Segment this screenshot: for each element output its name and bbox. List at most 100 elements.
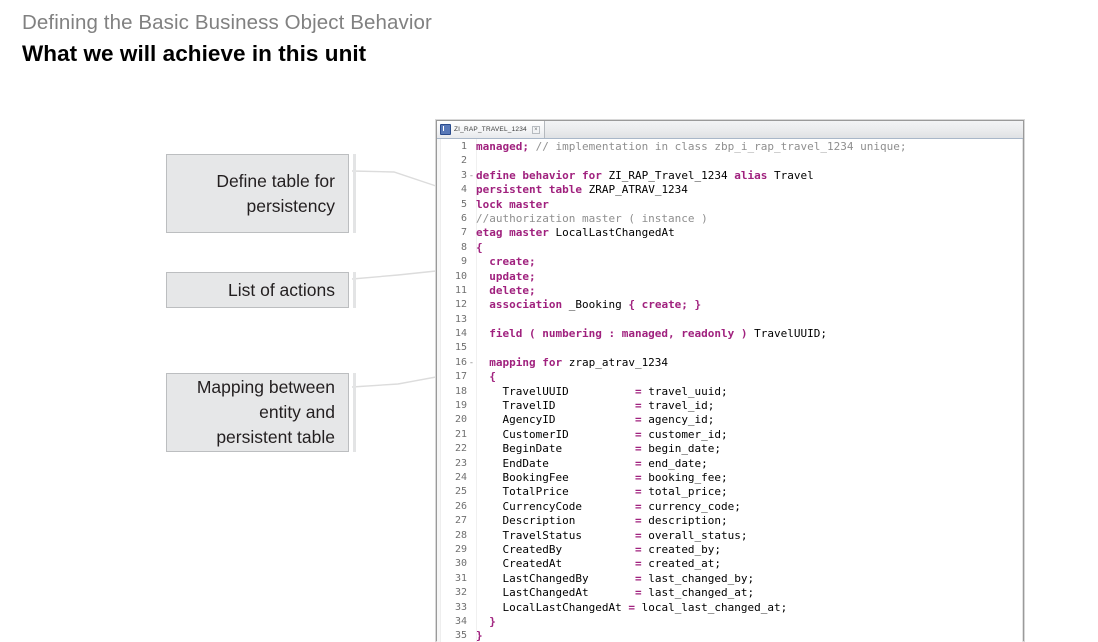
code-line-text: } (476, 614, 496, 628)
line-number: 14 (454, 328, 467, 340)
code-line[interactable]: 28 TravelStatus = overall_status; (440, 529, 1023, 543)
callout-label: List of actions (228, 279, 335, 300)
line-number: 2 (460, 155, 467, 167)
code-line[interactable]: 17 { (440, 370, 1023, 384)
line-number: 4 (460, 184, 467, 196)
code-line[interactable]: 11 delete; (440, 284, 1023, 298)
code-line[interactable]: 29 CreatedBy = created_by; (440, 543, 1023, 557)
connector-line-list-of-actions (351, 270, 437, 280)
connector-line-mapping (351, 376, 437, 388)
code-line[interactable]: 15 (440, 341, 1023, 355)
code-line[interactable]: 35} (440, 629, 1023, 642)
code-line[interactable]: 18 TravelUUID = travel_uuid; (440, 385, 1023, 399)
close-icon[interactable]: × (531, 125, 540, 134)
code-line-text: { (476, 240, 483, 254)
code-line[interactable]: 30 CreatedAt = created_at; (440, 557, 1023, 571)
code-line-text: update; (476, 269, 536, 283)
code-line-text: CreatedBy = created_by; (476, 542, 722, 556)
code-line-text: TravelStatus = overall_status; (476, 528, 748, 542)
code-line-text: association _Booking { create; } (476, 298, 702, 312)
line-number: 21 (454, 428, 467, 440)
line-number: 6 (460, 212, 467, 224)
code-line[interactable]: 7 etag master LocalLastChangedAt (440, 226, 1023, 240)
line-number: 22 (454, 443, 467, 455)
callout-label: Define table for persistency (216, 170, 335, 216)
code-line-text: TravelUUID = travel_uuid; (476, 384, 728, 398)
code-line[interactable]: 21 CustomerID = customer_id; (440, 428, 1023, 442)
code-line[interactable]: 8{ (440, 241, 1023, 255)
code-line[interactable]: 27 Description = description; (440, 514, 1023, 528)
callout-accent-bar-3 (353, 373, 356, 452)
callout-mapping-between-entity-and-persistent-table: Mapping between entity and persistent ta… (166, 373, 349, 452)
fold-toggle-icon[interactable]: - (467, 169, 476, 183)
line-number: 23 (454, 457, 467, 469)
editor-tab-zi-rap-travel-1234[interactable]: ZI_RAP_TRAVEL_1234 × (437, 121, 545, 138)
code-line[interactable]: 6 //authorization master ( instance ) (440, 212, 1023, 226)
code-line-text: CreatedAt = created_at; (476, 557, 722, 571)
callout-label: Mapping between entity and persistent ta… (196, 377, 335, 447)
code-line[interactable]: 33 LocalLastChangedAt = local_last_chang… (440, 601, 1023, 615)
code-line-text: } (476, 629, 483, 642)
eyebrow-title: Defining the Basic Business Object Behav… (22, 11, 432, 34)
code-line[interactable]: 3- define behavior for ZI_RAP_Travel_1234… (440, 169, 1023, 183)
code-line-text: BookingFee = booking_fee; (476, 470, 728, 484)
code-line[interactable]: 24 BookingFee = booking_fee; (440, 471, 1023, 485)
line-number: 9 (460, 256, 467, 268)
line-number: 35 (454, 630, 467, 642)
code-line-text: field ( numbering : managed, readonly ) … (476, 327, 828, 341)
editor-tab-label: ZI_RAP_TRAVEL_1234 (454, 126, 527, 133)
code-line[interactable]: 32 LastChangedAt = last_changed_at; (440, 586, 1023, 600)
line-number: 7 (460, 227, 467, 239)
code-line[interactable]: 20 AgencyID = agency_id; (440, 413, 1023, 427)
slide-header: Defining the Basic Business Object Behav… (22, 10, 922, 69)
code-line-text: create; (476, 255, 536, 269)
code-line-text: TotalPrice = total_price; (476, 485, 728, 499)
line-number: 13 (454, 313, 467, 325)
line-number: 33 (454, 601, 467, 613)
line-number: 19 (454, 400, 467, 412)
callout-list-of-actions: List of actions (166, 272, 349, 308)
code-line[interactable]: 12 association _Booking { create; } (440, 298, 1023, 312)
code-line[interactable]: 19 TravelID = travel_id; (440, 399, 1023, 413)
code-line[interactable]: 5 lock master (440, 198, 1023, 212)
line-number: 30 (454, 558, 467, 570)
fold-toggle-icon[interactable]: - (467, 356, 476, 370)
line-number: 12 (454, 299, 467, 311)
code-line-text: LocalLastChangedAt = local_last_changed_… (476, 600, 788, 614)
code-line[interactable]: 9 create; (440, 255, 1023, 269)
code-line-text: Description = description; (476, 514, 728, 528)
line-number: 34 (454, 615, 467, 627)
code-line[interactable]: 25 TotalPrice = total_price; (440, 485, 1023, 499)
code-line-text: LastChangedAt = last_changed_at; (476, 586, 755, 600)
line-number: 32 (454, 587, 467, 599)
callout-define-table-for-persistency: Define table for persistency (166, 154, 349, 233)
code-line[interactable]: 31 LastChangedBy = last_changed_by; (440, 572, 1023, 586)
code-line-text: define behavior for ZI_RAP_Travel_1234 a… (476, 168, 814, 182)
code-line[interactable]: 34 } (440, 615, 1023, 629)
code-line-text: BeginDate = begin_date; (476, 442, 722, 456)
line-number: 16 (454, 356, 467, 368)
code-line-text: delete; (476, 283, 536, 297)
code-line[interactable]: 16- mapping for zrap_atrav_1234 (440, 356, 1023, 370)
line-number: 28 (454, 529, 467, 541)
code-line[interactable]: 26 CurrencyCode = currency_code; (440, 500, 1023, 514)
code-line[interactable]: 13 (440, 313, 1023, 327)
line-number: 17 (454, 371, 467, 383)
connector-line-define-table (351, 170, 437, 187)
code-line[interactable]: 2 (440, 154, 1023, 168)
line-number: 15 (454, 342, 467, 354)
code-text-area[interactable]: 1 managed; // implementation in class zbp… (440, 139, 1023, 642)
code-line[interactable]: 4 persistent table ZRAP_ATRAV_1234 (440, 183, 1023, 197)
code-line[interactable]: 22 BeginDate = begin_date; (440, 442, 1023, 456)
code-line[interactable]: 10 update; (440, 270, 1023, 284)
code-line[interactable]: 14 field ( numbering : managed, readonly… (440, 327, 1023, 341)
line-number: 25 (454, 486, 467, 498)
editor-body[interactable]: 1 managed; // implementation in class zbp… (437, 139, 1023, 642)
code-line-text: { (476, 370, 496, 384)
code-line-text: TravelID = travel_id; (476, 399, 715, 413)
code-line[interactable]: 1 managed; // implementation in class zbp… (440, 140, 1023, 154)
line-number: 20 (454, 414, 467, 426)
code-line-text: AgencyID = agency_id; (476, 413, 715, 427)
code-line[interactable]: 23 EndDate = end_date; (440, 457, 1023, 471)
line-number: 5 (460, 198, 467, 210)
